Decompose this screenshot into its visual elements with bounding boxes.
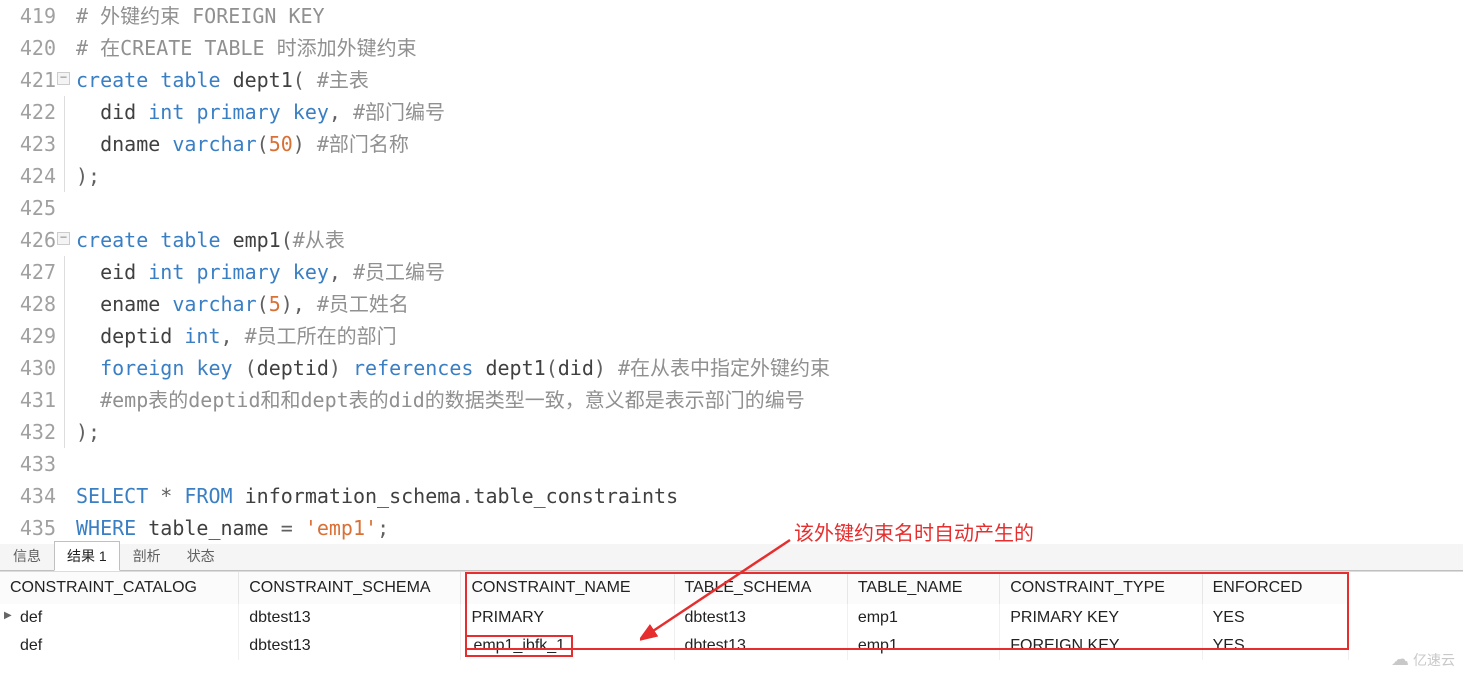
column-header[interactable]: CONSTRAINT_TYPE: [1000, 572, 1202, 604]
line-number: 424: [0, 160, 60, 192]
code-content[interactable]: );: [60, 416, 100, 448]
result-panel: CONSTRAINT_CATALOGCONSTRAINT_SCHEMACONST…: [0, 571, 1463, 660]
line-number: 429: [0, 320, 60, 352]
line-number: 428: [0, 288, 60, 320]
fold-bar: [64, 160, 65, 192]
code-content[interactable]: dname varchar(50) #部门名称: [60, 128, 409, 160]
table-cell[interactable]: dbtest13: [674, 632, 847, 660]
table-cell[interactable]: def: [0, 632, 239, 660]
fold-bar: [64, 384, 65, 416]
fold-bar: [64, 352, 65, 384]
code-content[interactable]: ename varchar(5), #员工姓名: [60, 288, 409, 320]
fold-bar: [64, 128, 65, 160]
line-number: 421−: [0, 64, 60, 96]
table-cell[interactable]: ▶def: [0, 604, 239, 632]
line-number: 425: [0, 192, 60, 224]
table-row[interactable]: ▶defdbtest13PRIMARYdbtest13emp1PRIMARY K…: [0, 604, 1349, 632]
code-content[interactable]: WHERE table_name = 'emp1';: [60, 512, 389, 544]
watermark: ☁ 亿速云: [1391, 649, 1455, 670]
column-header[interactable]: CONSTRAINT_SCHEMA: [239, 572, 461, 604]
editor-line[interactable]: 427 eid int primary key, #员工编号: [0, 256, 1463, 288]
line-number: 426−: [0, 224, 60, 256]
editor-line[interactable]: 426−create table emp1(#从表: [0, 224, 1463, 256]
editor-line[interactable]: 428 ename varchar(5), #员工姓名: [0, 288, 1463, 320]
table-cell[interactable]: dbtest13: [239, 604, 461, 632]
result-table[interactable]: CONSTRAINT_CATALOGCONSTRAINT_SCHEMACONST…: [0, 572, 1349, 660]
table-cell[interactable]: YES: [1202, 604, 1348, 632]
column-header[interactable]: TABLE_NAME: [847, 572, 999, 604]
line-number: 422: [0, 96, 60, 128]
column-header[interactable]: CONSTRAINT_NAME: [461, 572, 674, 604]
fold-bar: [64, 256, 65, 288]
cloud-icon: ☁: [1391, 649, 1409, 670]
code-content[interactable]: # 在CREATE TABLE 时添加外键约束: [60, 32, 417, 64]
fold-bar: [64, 320, 65, 352]
result-tabs-bar: 信息 结果 1 剖析 状态: [0, 544, 1463, 571]
editor-line[interactable]: 432);: [0, 416, 1463, 448]
editor-line[interactable]: 433: [0, 448, 1463, 480]
table-cell[interactable]: PRIMARY KEY: [1000, 604, 1202, 632]
column-header[interactable]: CONSTRAINT_CATALOG: [0, 572, 239, 604]
line-number: 435: [0, 512, 60, 544]
line-number: 432: [0, 416, 60, 448]
table-cell[interactable]: PRIMARY: [461, 604, 674, 632]
line-number: 431: [0, 384, 60, 416]
table-cell[interactable]: dbtest13: [239, 632, 461, 660]
code-content[interactable]: create table dept1( #主表: [60, 64, 369, 96]
line-number: 420: [0, 32, 60, 64]
tab-profile[interactable]: 剖析: [120, 541, 174, 570]
editor-line[interactable]: 434SELECT * FROM information_schema.tabl…: [0, 480, 1463, 512]
code-content[interactable]: #emp表的deptid和和dept表的did的数据类型一致，意义都是表示部门的…: [60, 384, 805, 416]
code-content[interactable]: did int primary key, #部门编号: [60, 96, 445, 128]
editor-line[interactable]: 421−create table dept1( #主表: [0, 64, 1463, 96]
table-cell[interactable]: emp1: [847, 604, 999, 632]
code-content[interactable]: );: [60, 160, 100, 192]
fold-bar: [64, 416, 65, 448]
editor-line[interactable]: 430 foreign key (deptid) references dept…: [0, 352, 1463, 384]
line-number: 430: [0, 352, 60, 384]
fold-toggle-icon[interactable]: −: [57, 72, 70, 85]
editor-line[interactable]: 431 #emp表的deptid和和dept表的did的数据类型一致，意义都是表…: [0, 384, 1463, 416]
table-row[interactable]: defdbtest13emp1_ibfk_1dbtest13emp1FOREIG…: [0, 632, 1349, 660]
column-header[interactable]: ENFORCED: [1202, 572, 1348, 604]
code-content[interactable]: eid int primary key, #员工编号: [60, 256, 445, 288]
editor-line[interactable]: 429 deptid int, #员工所在的部门: [0, 320, 1463, 352]
editor-line[interactable]: 423 dname varchar(50) #部门名称: [0, 128, 1463, 160]
watermark-text: 亿速云: [1413, 650, 1455, 670]
editor-line[interactable]: 425: [0, 192, 1463, 224]
table-cell[interactable]: emp1_ibfk_1: [461, 632, 674, 660]
editor-line[interactable]: 424);: [0, 160, 1463, 192]
editor-line[interactable]: 420# 在CREATE TABLE 时添加外键约束: [0, 32, 1463, 64]
code-content[interactable]: foreign key (deptid) references dept1(di…: [60, 352, 830, 384]
code-content[interactable]: # 外键约束 FOREIGN KEY: [60, 0, 325, 32]
result-header-row: CONSTRAINT_CATALOGCONSTRAINT_SCHEMACONST…: [0, 572, 1349, 604]
editor-line[interactable]: 435WHERE table_name = 'emp1';: [0, 512, 1463, 544]
sql-editor[interactable]: 419# 外键约束 FOREIGN KEY420# 在CREATE TABLE …: [0, 0, 1463, 544]
line-number: 434: [0, 480, 60, 512]
table-cell[interactable]: FOREIGN KEY: [1000, 632, 1202, 660]
line-number: 423: [0, 128, 60, 160]
tab-result-1[interactable]: 结果 1: [54, 541, 120, 571]
table-cell[interactable]: YES: [1202, 632, 1348, 660]
column-header[interactable]: TABLE_SCHEMA: [674, 572, 847, 604]
tab-status[interactable]: 状态: [174, 541, 228, 570]
editor-line[interactable]: 419# 外键约束 FOREIGN KEY: [0, 0, 1463, 32]
table-cell[interactable]: emp1: [847, 632, 999, 660]
tab-info[interactable]: 信息: [0, 541, 54, 570]
code-content[interactable]: create table emp1(#从表: [60, 224, 345, 256]
row-indicator-icon: ▶: [4, 610, 12, 621]
line-number: 433: [0, 448, 60, 480]
highlighted-cell: emp1_ibfk_1: [465, 635, 573, 657]
line-number: 427: [0, 256, 60, 288]
table-cell[interactable]: dbtest13: [674, 604, 847, 632]
code-content[interactable]: deptid int, #员工所在的部门: [60, 320, 397, 352]
editor-line[interactable]: 422 did int primary key, #部门编号: [0, 96, 1463, 128]
line-number: 419: [0, 0, 60, 32]
fold-bar: [64, 288, 65, 320]
code-content[interactable]: SELECT * FROM information_schema.table_c…: [60, 480, 678, 512]
fold-toggle-icon[interactable]: −: [57, 232, 70, 245]
fold-bar: [64, 96, 65, 128]
